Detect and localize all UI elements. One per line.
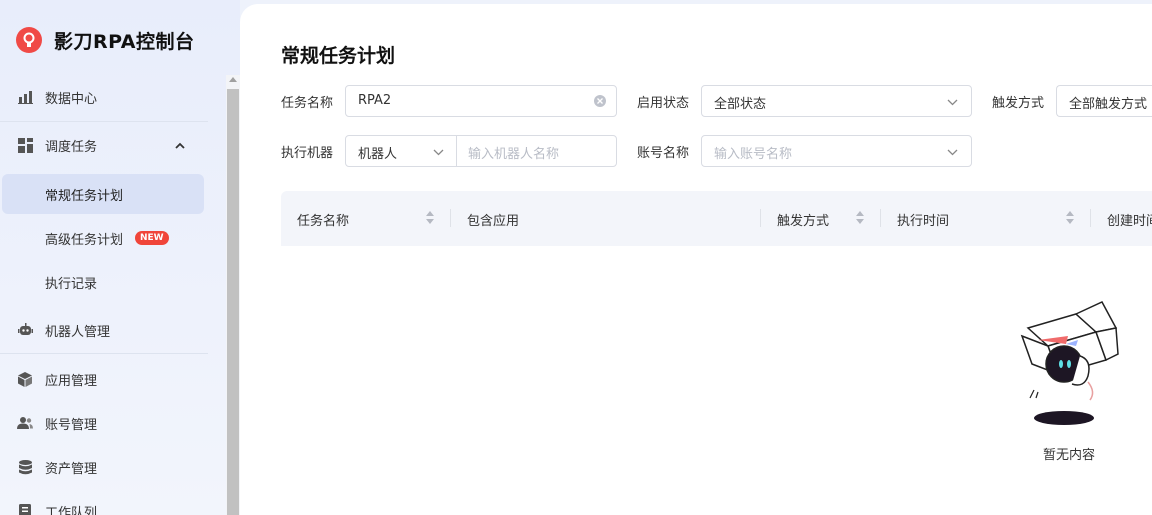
- sidebar-item-label: 机器人管理: [45, 324, 111, 340]
- page-title: 常规任务计划: [281, 45, 396, 67]
- column-separator: [450, 209, 451, 227]
- sidebar-item-regular-plan[interactable]: 常规任务计划: [2, 174, 204, 214]
- account-label: 账号名称: [637, 146, 690, 161]
- chevron-down-icon: [946, 146, 958, 158]
- scroll-up-arrow-icon[interactable]: [229, 77, 237, 82]
- chevron-down-icon: [946, 96, 958, 108]
- trigger-value: 全部触发方式: [1069, 97, 1148, 112]
- new-badge: NEW: [135, 231, 169, 245]
- queue-icon: [17, 503, 33, 515]
- chevron-up-icon[interactable]: [174, 139, 186, 151]
- status-value: 全部状态: [714, 97, 767, 112]
- sidebar-item-label: 账号管理: [45, 417, 98, 433]
- sort-icon[interactable]: [1066, 211, 1074, 225]
- scroll-thumb[interactable]: [227, 89, 239, 515]
- sidebar-item-assets[interactable]: 资产管理: [0, 445, 226, 489]
- sidebar-item-label: 应用管理: [45, 373, 98, 389]
- sidebar-item-apps[interactable]: 应用管理: [0, 357, 226, 401]
- sidebar-item-label: 调度任务: [45, 139, 98, 155]
- machine-name-input[interactable]: 输入机器人名称: [468, 143, 559, 162]
- cube-icon: [17, 371, 33, 387]
- column-created-time[interactable]: 创建时间: [1107, 210, 1152, 229]
- empty-state-text: 暂无内容: [1043, 448, 1096, 463]
- clear-icon[interactable]: [594, 95, 606, 107]
- task-name-input[interactable]: RPA2: [345, 85, 617, 117]
- sidebar-item-advanced-plan[interactable]: 高级任务计划 NEW: [0, 216, 226, 260]
- sidebar-item-label: 资产管理: [45, 461, 98, 477]
- trigger-select[interactable]: 全部触发方式: [1056, 85, 1152, 117]
- machine-type-value[interactable]: 机器人: [358, 143, 397, 162]
- trigger-label: 触发方式: [992, 96, 1045, 111]
- column-separator: [880, 209, 881, 227]
- machine-label: 执行机器: [281, 146, 334, 161]
- account-placeholder: 输入账号名称: [714, 147, 793, 162]
- sidebar-item-work-queue[interactable]: 工作队列: [0, 489, 226, 515]
- status-select[interactable]: 全部状态: [701, 85, 972, 117]
- column-task-name[interactable]: 任务名称: [297, 210, 349, 229]
- app-logo[interactable]: 影刀RPA控制台: [16, 26, 195, 54]
- sidebar-item-data-center[interactable]: 数据中心: [0, 75, 226, 119]
- sort-icon[interactable]: [856, 211, 864, 225]
- sidebar-item-label: 高级任务计划: [45, 232, 124, 248]
- sidebar: 影刀RPA控制台 数据中心 调度任务 常规任务计划 高级任务计划 NEW 执行记…: [0, 0, 240, 515]
- users-icon: [17, 415, 33, 431]
- status-label: 启用状态: [637, 96, 690, 111]
- column-separator: [1090, 209, 1091, 227]
- task-name-value: RPA2: [358, 93, 392, 108]
- task-name-label: 任务名称: [281, 96, 334, 111]
- app-title: 影刀RPA控制台: [54, 30, 195, 53]
- column-trigger[interactable]: 触发方式: [777, 210, 829, 229]
- database-icon: [17, 459, 33, 475]
- main-content: 常规任务计划 任务名称 RPA2 启用状态 全部状态 触发方式 全部触发方式 执…: [240, 4, 1152, 515]
- sidebar-item-label: 执行记录: [45, 276, 98, 292]
- machine-filter: 机器人 输入机器人名称: [345, 135, 617, 167]
- grid-icon: [17, 137, 33, 153]
- sidebar-item-accounts[interactable]: 账号管理: [0, 401, 226, 445]
- sidebar-item-label: 常规任务计划: [45, 188, 124, 204]
- empty-robot-illustration: [1020, 301, 1119, 425]
- table-header: 任务名称 包含应用 触发方式 执行时间 创建时间: [281, 191, 1152, 246]
- sidebar-item-label: 工作队列: [45, 505, 98, 515]
- sidebar-item-label: 数据中心: [45, 91, 98, 107]
- field-divider: [456, 136, 457, 166]
- sidebar-item-schedule[interactable]: 调度任务: [0, 123, 226, 167]
- sidebar-divider: [0, 353, 208, 354]
- sort-icon[interactable]: [426, 211, 434, 225]
- chevron-down-icon[interactable]: [432, 146, 444, 158]
- sidebar-item-exec-records[interactable]: 执行记录: [0, 260, 226, 304]
- sidebar-divider: [0, 121, 208, 122]
- logo-icon: [16, 27, 42, 53]
- bar-chart-icon: [17, 89, 33, 105]
- robot-icon: [17, 322, 33, 338]
- column-separator: [760, 209, 761, 227]
- column-exec-time[interactable]: 执行时间: [897, 210, 949, 229]
- sidebar-scrollbar[interactable]: [226, 75, 240, 515]
- column-apps: 包含应用: [467, 214, 520, 229]
- sidebar-item-robots[interactable]: 机器人管理: [0, 308, 226, 352]
- account-select[interactable]: 输入账号名称: [701, 135, 972, 167]
